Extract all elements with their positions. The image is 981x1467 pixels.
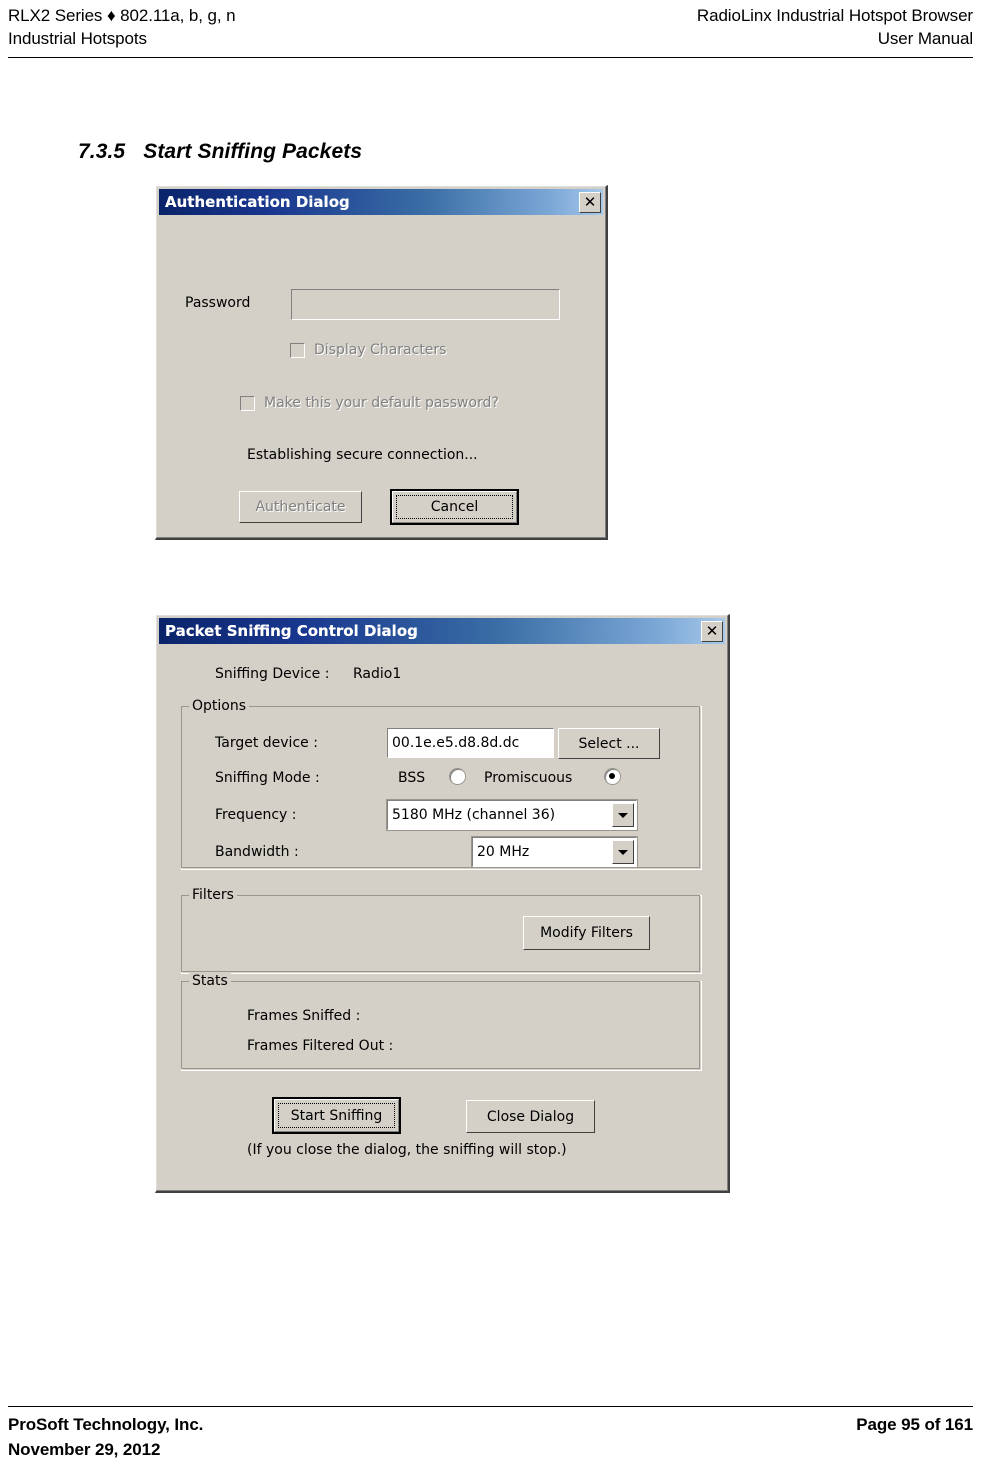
modify-filters-button[interactable]: Modify Filters xyxy=(523,916,650,950)
sniffing-note-text: (If you close the dialog, the sniffing w… xyxy=(247,1142,567,1158)
frames-sniffed-label: Frames Sniffed : xyxy=(247,1008,361,1024)
default-password-label: Make this your default password? xyxy=(264,395,499,411)
select-device-button[interactable]: Select ... xyxy=(558,728,660,759)
close-x-icon[interactable]: ✕ xyxy=(701,620,723,642)
start-sniffing-button-label: Start Sniffing xyxy=(290,1107,383,1124)
auth-dialog-titlebar: Authentication Dialog ✕ xyxy=(159,189,603,215)
header-right-line1: RadioLinx Industrial Hotspot Browser xyxy=(696,6,973,25)
header-divider xyxy=(8,57,973,58)
bandwidth-value: 20 MHz xyxy=(477,844,530,860)
frequency-value: 5180 MHz (channel 36) xyxy=(392,807,556,823)
frequency-label: Frequency : xyxy=(215,807,297,823)
sniff-dialog-body: Sniffing Device : Radio1 Options Target … xyxy=(159,644,725,1188)
auth-dialog-body: Password Display Characters Make this yo… xyxy=(159,215,603,535)
bandwidth-select[interactable]: 20 MHz xyxy=(471,836,638,868)
sniffing-mode-label: Sniffing Mode : xyxy=(215,770,320,786)
authenticate-button[interactable]: Authenticate xyxy=(239,491,362,523)
display-characters-label: Display Characters xyxy=(314,342,447,358)
page-title: 7.3.5 Start Sniffing Packets xyxy=(78,140,362,164)
stats-group: Stats xyxy=(181,973,702,1071)
page-header: RLX2 Series ♦ 802.11a, b, g, n RadioLinx… xyxy=(8,4,973,56)
radio-selected-dot xyxy=(609,773,615,779)
sniffing-device-value: Radio1 xyxy=(353,666,402,682)
sniffing-device-label: Sniffing Device : xyxy=(215,666,330,682)
header-right-line2: User Manual xyxy=(877,29,973,48)
section-number: 7.3.5 xyxy=(78,140,126,163)
mode-promiscuous-radio[interactable] xyxy=(605,769,620,784)
start-sniffing-button[interactable]: Start Sniffing xyxy=(272,1097,401,1134)
frames-filtered-out-label: Frames Filtered Out : xyxy=(247,1038,394,1054)
stats-group-title: Stats xyxy=(189,973,231,989)
footer-page-number: Page 95 of 161 xyxy=(856,1415,973,1434)
packet-sniffing-control-dialog: Packet Sniffing Control Dialog ✕ Sniffin… xyxy=(155,614,730,1193)
target-device-label: Target device : xyxy=(215,735,318,751)
password-label: Password xyxy=(185,295,251,311)
footer-date: November 29, 2012 xyxy=(8,1440,161,1459)
cancel-button-label: Cancel xyxy=(430,499,479,515)
header-left-line2: Industrial Hotspots xyxy=(8,29,147,48)
close-x-icon[interactable]: ✕ xyxy=(579,191,601,213)
target-device-input[interactable]: 00.1e.e5.d8.8d.dc xyxy=(386,727,555,759)
frequency-select[interactable]: 5180 MHz (channel 36) xyxy=(386,799,638,831)
sniff-dialog-titlebar: Packet Sniffing Control Dialog ✕ xyxy=(159,618,725,644)
section-title: Start Sniffing Packets xyxy=(143,140,363,163)
page-footer: ProSoft Technology, Inc. Page 95 of 161 … xyxy=(8,1412,973,1462)
footer-company: ProSoft Technology, Inc. xyxy=(8,1415,204,1434)
cancel-button[interactable]: Cancel xyxy=(390,489,519,525)
auth-status-text: Establishing secure connection... xyxy=(247,447,478,463)
display-characters-checkbox[interactable] xyxy=(290,343,305,358)
filters-group-title: Filters xyxy=(189,887,237,903)
close-dialog-button[interactable]: Close Dialog xyxy=(466,1100,595,1133)
authentication-dialog: Authentication Dialog ✕ Password Display… xyxy=(155,185,608,540)
header-left-line1: RLX2 Series ♦ 802.11a, b, g, n xyxy=(8,6,236,25)
mode-promiscuous-label: Promiscuous xyxy=(484,770,573,786)
default-password-checkbox[interactable] xyxy=(240,396,255,411)
password-input[interactable] xyxy=(290,288,561,321)
chevron-down-icon[interactable] xyxy=(612,840,634,864)
footer-divider xyxy=(8,1406,973,1407)
auth-dialog-title: Authentication Dialog xyxy=(165,193,350,211)
mode-bss-radio[interactable] xyxy=(450,769,465,784)
mode-bss-label: BSS xyxy=(398,770,426,786)
bandwidth-label: Bandwidth : xyxy=(215,844,299,860)
options-group-title: Options xyxy=(189,698,250,714)
sniff-dialog-title: Packet Sniffing Control Dialog xyxy=(165,622,418,640)
chevron-down-icon[interactable] xyxy=(612,803,634,827)
